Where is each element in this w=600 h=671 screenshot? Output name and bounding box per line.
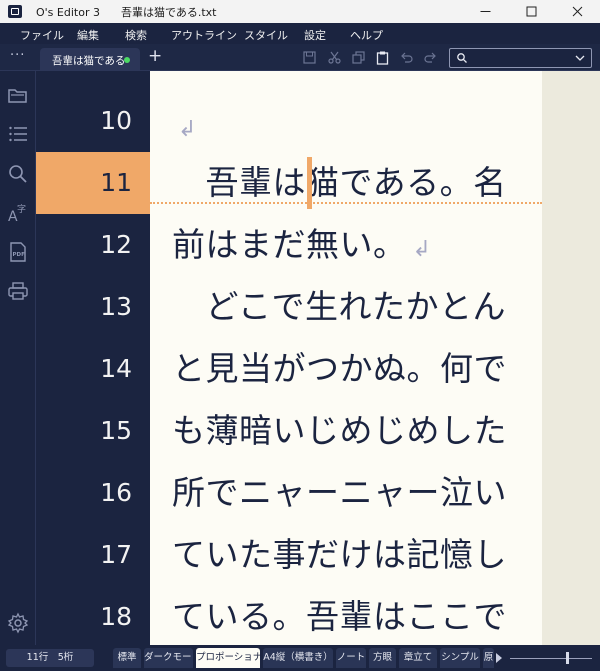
tab-label: 吾輩は猫である xyxy=(52,55,126,67)
sidebar-search[interactable] xyxy=(7,163,29,185)
sidebar-font[interactable]: A字 xyxy=(7,201,29,225)
style-tab[interactable]: 原 xyxy=(483,648,494,668)
cursor-position[interactable]: 11行 5桁 xyxy=(6,649,94,667)
app-name: O's Editor 3 xyxy=(36,6,100,19)
close-button[interactable] xyxy=(554,0,600,23)
menu-outline[interactable]: アウトライン xyxy=(171,27,237,43)
cut-button[interactable] xyxy=(327,50,342,65)
app-logo-icon xyxy=(8,5,22,18)
sidebar: A字 PDF xyxy=(0,71,36,645)
tab-document[interactable]: 吾輩は猫である xyxy=(40,48,140,71)
editor-line: ていた事だけは記憶し xyxy=(172,535,507,574)
zoom-slider[interactable] xyxy=(510,658,592,659)
sidebar-pdf[interactable]: PDF xyxy=(7,241,29,263)
chevron-down-icon[interactable] xyxy=(575,53,585,63)
line-number: 12 xyxy=(100,230,132,259)
search-box[interactable] xyxy=(449,48,592,68)
editor-line: 所でニャーニャー泣い xyxy=(172,473,507,512)
paste-icon xyxy=(376,51,389,65)
sidebar-settings[interactable] xyxy=(7,612,29,634)
style-tab[interactable]: 標準 xyxy=(113,648,141,668)
menu-bar: ファイル 編集 検索 アウトライン スタイル 設定 ヘルプ xyxy=(0,23,600,44)
minimize-icon xyxy=(480,11,490,12)
tab-bar: ··· 吾輩は猫である + xyxy=(0,44,600,71)
style-tab-active[interactable]: プロポーショナル xyxy=(196,648,260,668)
minimize-button[interactable] xyxy=(462,0,508,23)
style-tab[interactable]: ノート xyxy=(336,648,366,668)
sidebar-print[interactable] xyxy=(7,280,29,302)
editor-line: も薄暗いじめじめした xyxy=(172,411,507,450)
line-number: 18 xyxy=(100,602,132,631)
status-bar: 11行 5桁 標準 ダークモード プロポーショナル A4縦（横書き） ノート 方… xyxy=(0,645,600,671)
current-line-number: 11 xyxy=(36,152,150,214)
right-margin-strip xyxy=(542,71,600,645)
editor-line: と見当がつかぬ。何で xyxy=(172,349,507,388)
search-icon xyxy=(457,53,467,63)
style-tab[interactable]: ダークモード xyxy=(144,648,193,668)
menu-help[interactable]: ヘルプ xyxy=(350,27,383,43)
svg-text:PDF: PDF xyxy=(13,252,26,258)
tab-list-menu-button[interactable]: ··· xyxy=(10,48,25,63)
copy-button[interactable] xyxy=(351,50,366,65)
svg-text:字: 字 xyxy=(17,203,26,215)
line-number: 17 xyxy=(100,540,132,569)
style-tab[interactable]: 章立て xyxy=(399,648,437,668)
folder-icon xyxy=(8,89,27,103)
undo-icon xyxy=(401,52,413,63)
save-button[interactable] xyxy=(302,50,317,65)
redo-button[interactable] xyxy=(423,50,438,65)
line-number: 13 xyxy=(100,292,132,321)
menu-file[interactable]: ファイル xyxy=(20,27,64,43)
save-icon xyxy=(303,51,316,64)
editor-line: ↲ xyxy=(172,94,197,156)
style-tab[interactable]: シンプル xyxy=(440,648,480,668)
settings-icon xyxy=(7,612,29,634)
menu-edit[interactable]: 編集 xyxy=(77,27,99,43)
editor-line: 前はまだ無い。 ↲ xyxy=(172,225,432,264)
style-tab[interactable]: 方眼 xyxy=(369,648,396,668)
editor-line: 吾輩は猫である。名 xyxy=(172,163,507,202)
font-size-icon: A字 xyxy=(8,203,26,225)
cut-icon xyxy=(328,51,341,64)
line-number: 16 xyxy=(100,478,132,507)
maximize-icon xyxy=(526,6,536,17)
style-tab[interactable]: A4縦（横書き） xyxy=(263,648,333,668)
copy-icon xyxy=(352,51,365,64)
newline-mark-icon: ↲ xyxy=(178,117,197,142)
newline-mark-icon: ↲ xyxy=(412,237,432,262)
menu-style[interactable]: スタイル xyxy=(244,27,288,43)
search-icon xyxy=(9,165,27,183)
title-bar: O's Editor 3 吾輩は猫である.txt xyxy=(0,0,600,23)
zoom-slider-thumb[interactable] xyxy=(566,652,569,664)
document-title: 吾輩は猫である.txt xyxy=(120,6,217,19)
paste-button[interactable] xyxy=(375,50,390,65)
line-number: 15 xyxy=(100,416,132,445)
print-icon xyxy=(8,282,28,300)
maximize-button[interactable] xyxy=(508,0,554,23)
line-number: 14 xyxy=(100,354,132,383)
text-editor[interactable]: ↲ 吾輩は猫である。名 前はまだ無い。 ↲ どこで生れたかとん と見当がつかぬ。何… xyxy=(150,71,542,645)
scroll-tabs-right-icon[interactable] xyxy=(496,653,502,663)
current-line-underline xyxy=(150,202,542,204)
unsaved-dot-icon xyxy=(124,57,130,63)
editor-line: どこで生れたかとん xyxy=(172,287,507,326)
window-title: O's Editor 3 吾輩は猫である.txt xyxy=(36,4,217,20)
new-tab-button[interactable]: + xyxy=(148,46,162,66)
close-icon xyxy=(572,6,582,17)
redo-icon xyxy=(424,52,436,63)
menu-settings[interactable]: 設定 xyxy=(304,27,326,43)
menu-search[interactable]: 検索 xyxy=(125,27,147,43)
undo-button[interactable] xyxy=(399,50,414,65)
line-number: 10 xyxy=(100,106,132,135)
outline-list-icon xyxy=(9,126,27,142)
pdf-icon: PDF xyxy=(10,242,26,262)
sidebar-outline[interactable] xyxy=(7,123,29,145)
sidebar-open-folder[interactable] xyxy=(7,85,29,107)
line-number-gutter: 10 11 12 13 14 15 16 17 18 xyxy=(36,71,150,645)
editor-line: ている。吾輩はここで xyxy=(172,597,507,636)
